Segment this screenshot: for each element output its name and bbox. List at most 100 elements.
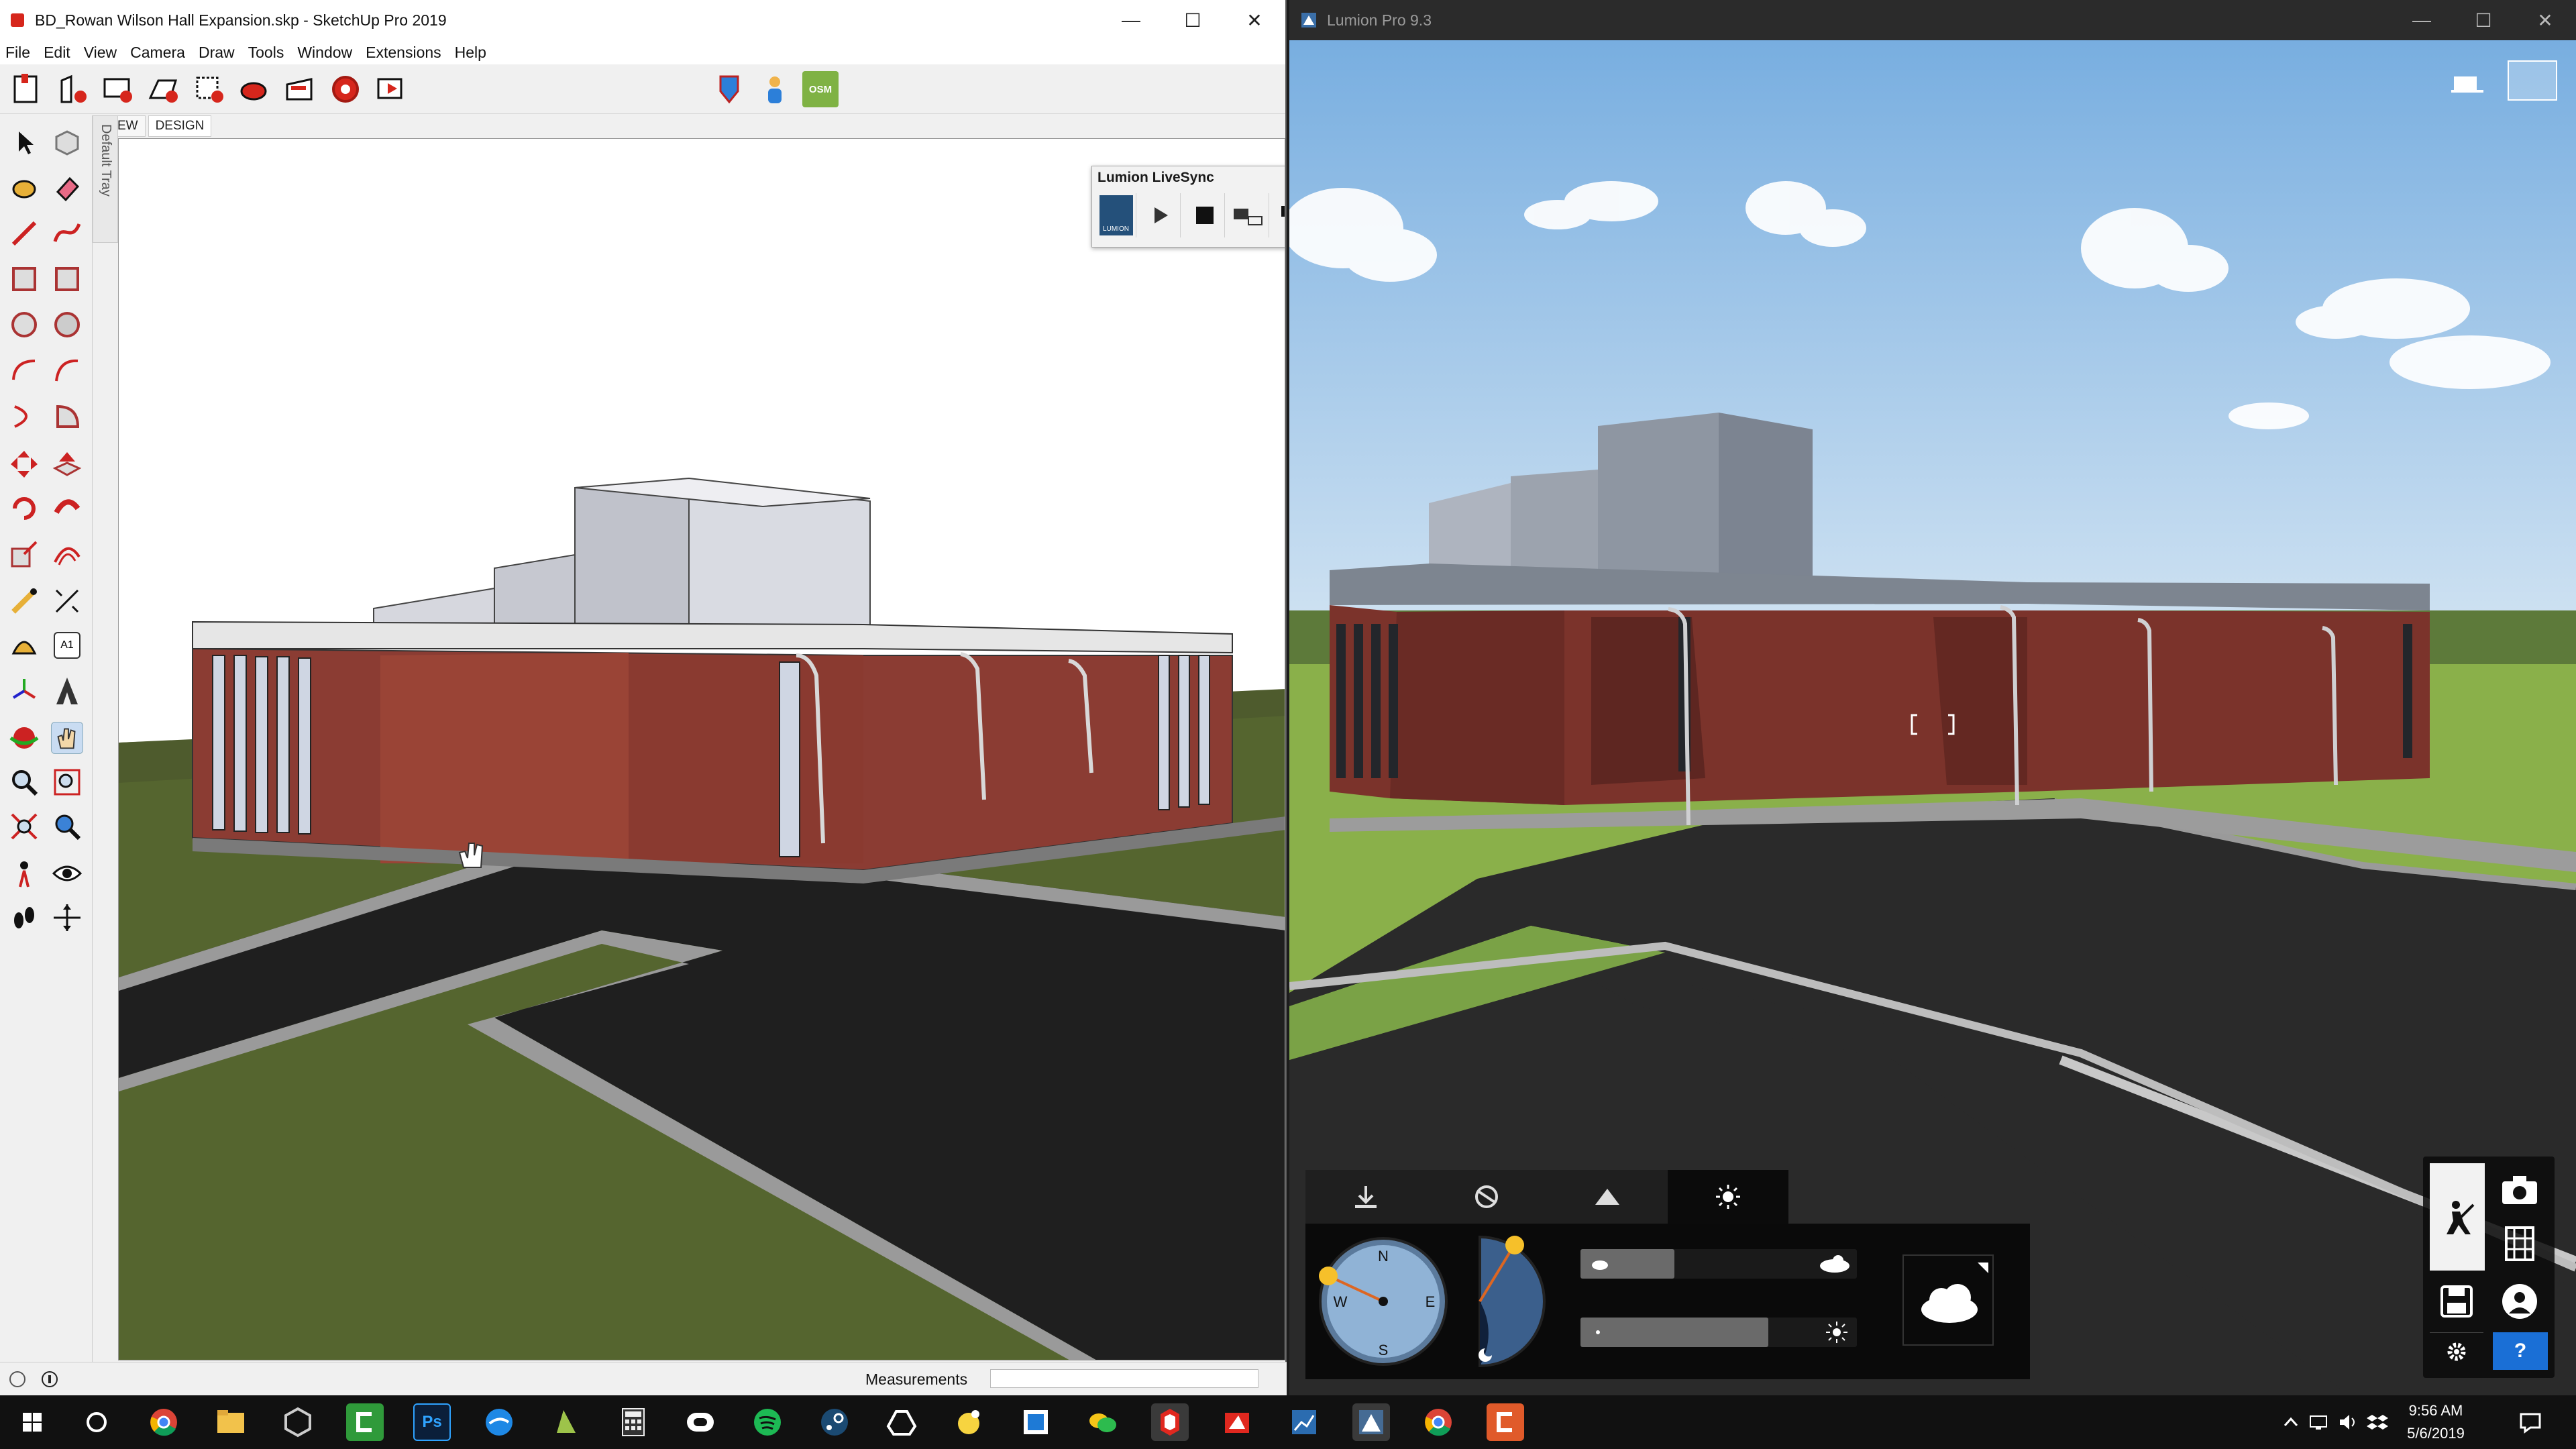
menu-draw[interactable]: Draw: [199, 44, 235, 62]
photo-texture-icon[interactable]: [145, 71, 181, 107]
help-button[interactable]: ?: [2493, 1332, 2548, 1370]
menu-camera[interactable]: Camera: [130, 44, 185, 62]
wechat-icon[interactable]: [1084, 1403, 1122, 1441]
photo-mode-button[interactable]: [2493, 1163, 2546, 1217]
paint-bucket-icon[interactable]: [8, 172, 40, 204]
oculus-icon[interactable]: [682, 1403, 719, 1441]
menu-file[interactable]: File: [5, 44, 30, 62]
snip-icon[interactable]: [1017, 1403, 1055, 1441]
minimize-button[interactable]: —: [1100, 0, 1162, 40]
add-location-icon[interactable]: [54, 71, 90, 107]
follow-me-icon[interactable]: [51, 492, 83, 525]
tab-design[interactable]: DESIGN: [148, 115, 212, 137]
share-component-icon[interactable]: [282, 71, 318, 107]
eraser-icon[interactable]: [51, 172, 83, 204]
camtasia-icon[interactable]: [346, 1403, 384, 1441]
livesync-stop-button[interactable]: [1185, 193, 1225, 237]
lumion-close-button[interactable]: ✕: [2514, 0, 2576, 40]
orbit-icon[interactable]: [8, 722, 40, 754]
polygon-icon[interactable]: [51, 309, 83, 341]
lumion-taskbar-icon[interactable]: [1352, 1403, 1390, 1441]
new-file-icon[interactable]: [8, 71, 44, 107]
user-icon[interactable]: [757, 71, 793, 107]
measurements-field[interactable]: [990, 1369, 1258, 1388]
notifications-icon[interactable]: [2517, 1409, 2544, 1436]
menu-edit[interactable]: Edit: [44, 44, 70, 62]
menu-extensions[interactable]: Extensions: [366, 44, 441, 62]
sun-brightness-slider[interactable]: [1580, 1318, 1857, 1347]
rectangle-icon[interactable]: [8, 263, 40, 295]
menu-window[interactable]: Window: [297, 44, 352, 62]
cloud-type-button[interactable]: [1902, 1254, 1994, 1346]
dimension-icon[interactable]: [51, 585, 83, 617]
help-circle-icon[interactable]: [8, 1370, 27, 1389]
close-button[interactable]: ✕: [1224, 0, 1285, 40]
steam-icon[interactable]: [816, 1403, 853, 1441]
unity-icon[interactable]: [279, 1403, 317, 1441]
cortana-icon[interactable]: [78, 1403, 115, 1441]
panorama-mode-button[interactable]: [2493, 1275, 2546, 1328]
google-drive-icon[interactable]: [883, 1403, 920, 1441]
settings-button[interactable]: [2430, 1332, 2483, 1370]
tab-import[interactable]: [1305, 1170, 1426, 1224]
make-component-icon[interactable]: [51, 126, 83, 158]
pan-icon[interactable]: [51, 722, 83, 754]
text-icon[interactable]: A1: [54, 632, 80, 659]
3d-text-icon[interactable]: [51, 675, 83, 707]
tab-weather[interactable]: [1668, 1170, 1788, 1224]
camera-view-icon[interactable]: [2449, 70, 2486, 97]
file-explorer-icon[interactable]: [212, 1403, 250, 1441]
powerbi-icon[interactable]: [1285, 1403, 1323, 1441]
build-mode-button[interactable]: [2430, 1163, 2485, 1271]
cloud-amount-slider[interactable]: [1580, 1249, 1857, 1279]
lumion-export-icon[interactable]: [711, 71, 747, 107]
warehouse-icon[interactable]: [236, 71, 272, 107]
position-camera-icon[interactable]: [8, 857, 40, 890]
taskbar-clock[interactable]: 9:56 AM 5/6/2019: [2385, 1399, 2486, 1445]
chevron-up-icon[interactable]: [2281, 1412, 2301, 1432]
offset-icon[interactable]: [51, 538, 83, 570]
photoshop-icon[interactable]: Ps: [413, 1403, 451, 1441]
zoom-extents-icon[interactable]: [8, 810, 40, 843]
save-button[interactable]: [2430, 1275, 2483, 1328]
extension-warehouse-icon[interactable]: [327, 71, 364, 107]
look-around-icon[interactable]: [51, 857, 83, 890]
chrome-icon[interactable]: [145, 1403, 182, 1441]
section-plane-icon[interactable]: [51, 902, 83, 934]
layout-send-icon[interactable]: [373, 71, 409, 107]
scale-icon[interactable]: [8, 538, 40, 570]
tab-landscape[interactable]: [1547, 1170, 1668, 1224]
sketchup-taskbar-icon[interactable]: [1151, 1403, 1189, 1441]
zoom-window-icon[interactable]: [51, 766, 83, 798]
rotated-rectangle-icon[interactable]: [51, 263, 83, 295]
menu-help[interactable]: Help: [455, 44, 486, 62]
menu-tools[interactable]: Tools: [248, 44, 284, 62]
move-icon[interactable]: [8, 448, 40, 480]
volume-icon[interactable]: [2337, 1412, 2360, 1432]
tape-measure-icon[interactable]: [8, 585, 40, 617]
arc-icon[interactable]: [8, 354, 40, 386]
fullscreen-toggle[interactable]: [2508, 60, 2557, 101]
pie-icon[interactable]: [51, 400, 83, 432]
axes-icon[interactable]: [8, 675, 40, 707]
sync-app-icon[interactable]: [480, 1403, 518, 1441]
osm-icon[interactable]: OSM: [802, 71, 839, 107]
maximize-button[interactable]: ☐: [1162, 0, 1224, 40]
menu-view[interactable]: View: [84, 44, 117, 62]
livesync-camera-off-button[interactable]: [1273, 193, 1285, 237]
layout-app-icon[interactable]: [547, 1403, 585, 1441]
lumion-maximize-button[interactable]: ☐: [2453, 0, 2514, 40]
three-point-arc-icon[interactable]: [8, 400, 40, 432]
livesync-play-button[interactable]: [1140, 193, 1181, 237]
camtasia-2-icon[interactable]: [1487, 1403, 1524, 1441]
two-point-arc-icon[interactable]: [51, 354, 83, 386]
add-terrain-icon[interactable]: [99, 71, 136, 107]
sticky-notes-icon[interactable]: [950, 1403, 987, 1441]
layout-taskbar-icon[interactable]: [1218, 1403, 1256, 1441]
zoom-icon[interactable]: [8, 766, 40, 798]
lumion-minimize-button[interactable]: —: [2391, 0, 2453, 40]
chrome-2-icon[interactable]: [1419, 1403, 1457, 1441]
line-icon[interactable]: [8, 217, 40, 250]
tab-materials[interactable]: [1426, 1170, 1547, 1224]
windows-start-icon[interactable]: [13, 1403, 51, 1441]
